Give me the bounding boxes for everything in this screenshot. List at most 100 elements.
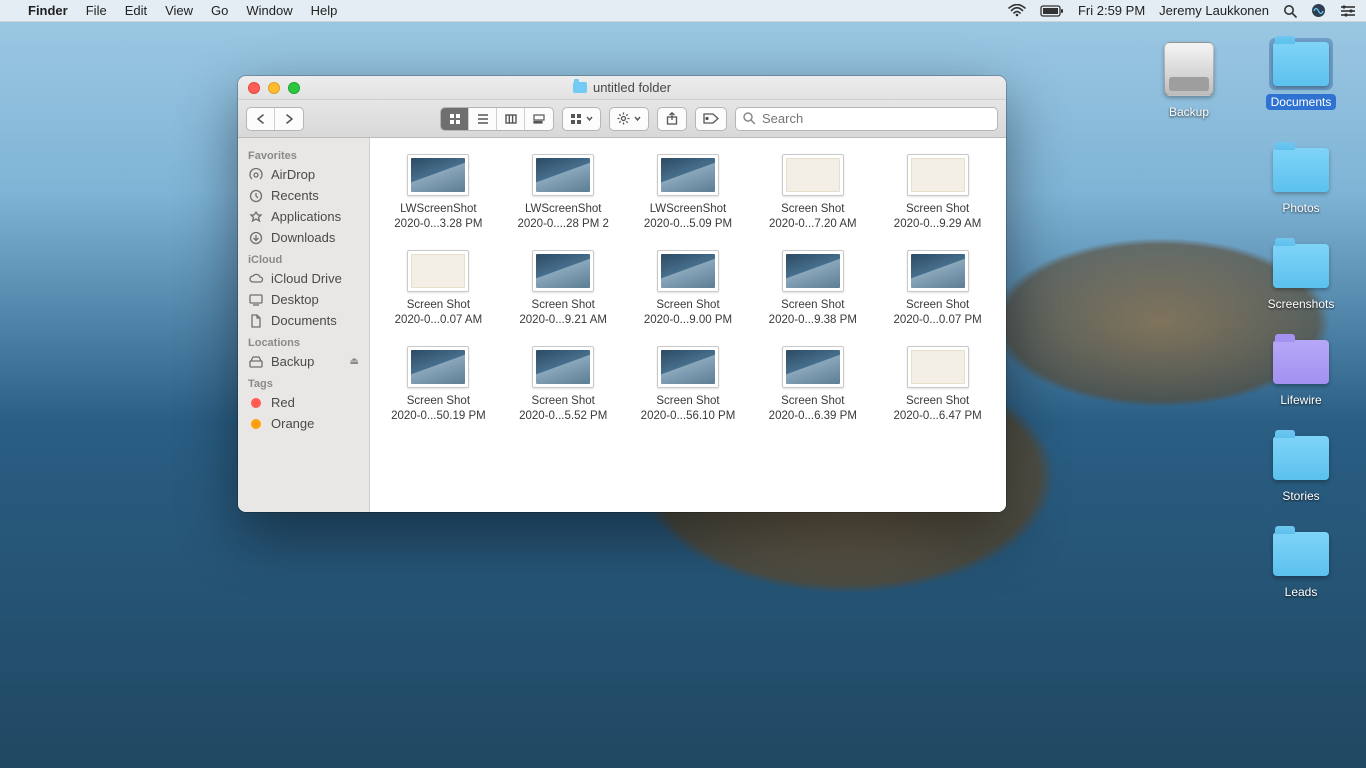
menu-file[interactable]: File [86, 3, 107, 18]
chevron-down-icon [586, 116, 593, 121]
file-name: Screen Shot 2020-0...0.07 PM [893, 298, 981, 328]
desktop-drive-backup[interactable]: Backup [1150, 38, 1228, 120]
sidebar-label: iCloud Drive [271, 271, 342, 286]
sidebar-label: Downloads [271, 230, 335, 245]
sidebar-item-documents[interactable]: Documents [238, 310, 369, 331]
file-item[interactable]: Screen Shot 2020-0...7.20 AM [754, 154, 871, 232]
window-titlebar[interactable]: untitled folder [238, 76, 1006, 100]
forward-button[interactable] [275, 108, 303, 130]
share-button[interactable] [657, 107, 687, 131]
sidebar-item-desktop[interactable]: Desktop [238, 289, 369, 310]
view-columns-button[interactable] [497, 108, 525, 130]
search-input[interactable] [735, 107, 998, 131]
control-center-icon[interactable] [1340, 5, 1356, 17]
file-item[interactable]: Screen Shot 2020-0...6.47 PM [879, 346, 996, 424]
folder-icon [1273, 340, 1329, 384]
file-item[interactable]: Screen Shot 2020-0...56.10 PM [630, 346, 747, 424]
file-thumbnail [907, 250, 969, 292]
file-item[interactable]: LWScreenShot 2020-0....28 PM 2 [505, 154, 622, 232]
file-item[interactable]: LWScreenShot 2020-0...5.09 PM [630, 154, 747, 232]
share-icon [666, 112, 678, 125]
menu-view[interactable]: View [165, 3, 193, 18]
file-item[interactable]: Screen Shot 2020-0...0.07 PM [879, 250, 996, 328]
sidebar-header-tags: Tags [238, 372, 369, 392]
menu-edit[interactable]: Edit [125, 3, 147, 18]
folder-icon [1273, 436, 1329, 480]
sidebar-label: AirDrop [271, 167, 315, 182]
menu-help[interactable]: Help [311, 3, 338, 18]
file-thumbnail [407, 250, 469, 292]
file-name: LWScreenShot 2020-0...3.28 PM [394, 202, 482, 232]
menu-clock[interactable]: Fri 2:59 PM [1078, 3, 1145, 18]
siri-icon[interactable] [1311, 3, 1326, 18]
finder-content[interactable]: LWScreenShot 2020-0...3.28 PM LWScreenSh… [370, 138, 1006, 512]
sidebar-item-applications[interactable]: Applications [238, 206, 369, 227]
back-button[interactable] [247, 108, 275, 130]
folder-icon [1273, 532, 1329, 576]
clock-icon [248, 189, 264, 203]
folder-icon [1273, 244, 1329, 288]
file-name: Screen Shot 2020-0...9.29 AM [894, 202, 982, 232]
sidebar-tag-red[interactable]: Red [238, 392, 369, 413]
sidebar-item-recents[interactable]: Recents [238, 185, 369, 206]
sidebar-label: Red [271, 395, 295, 410]
desktop-icon [248, 294, 264, 306]
finder-window: untitled folder [238, 76, 1006, 512]
file-item[interactable]: Screen Shot 2020-0...6.39 PM [754, 346, 871, 424]
desktop-folder-lifewire[interactable]: Lifewire [1262, 336, 1340, 408]
view-gallery-button[interactable] [525, 108, 553, 130]
desktop-folder-screenshots[interactable]: Screenshots [1262, 240, 1340, 312]
action-button[interactable] [609, 107, 649, 131]
sidebar-tag-orange[interactable]: Orange [238, 413, 369, 434]
file-name: Screen Shot 2020-0...6.39 PM [769, 394, 857, 424]
folder-icon [1273, 148, 1329, 192]
file-item[interactable]: Screen Shot 2020-0...50.19 PM [380, 346, 497, 424]
sidebar-item-backup[interactable]: Backup [238, 351, 369, 372]
spotlight-icon[interactable] [1283, 4, 1297, 18]
window-title: untitled folder [593, 80, 671, 95]
desktop-folder-leads[interactable]: Leads [1262, 528, 1340, 600]
file-item[interactable]: Screen Shot 2020-0...9.29 AM [879, 154, 996, 232]
view-list-button[interactable] [469, 108, 497, 130]
sidebar-header-locations: Locations [238, 331, 369, 351]
file-thumbnail [407, 154, 469, 196]
sidebar-item-downloads[interactable]: Downloads [238, 227, 369, 248]
wifi-icon[interactable] [1008, 4, 1026, 17]
window-zoom-button[interactable] [288, 82, 300, 94]
menu-user[interactable]: Jeremy Laukkonen [1159, 3, 1269, 18]
airdrop-icon [248, 168, 264, 182]
desktop-folder-photos[interactable]: Photos [1262, 144, 1340, 216]
desktop-label: Photos [1277, 200, 1324, 216]
desktop-folder-documents[interactable]: Documents [1262, 38, 1340, 120]
file-item[interactable]: Screen Shot 2020-0...0.07 AM [380, 250, 497, 328]
menu-go[interactable]: Go [211, 3, 228, 18]
file-item[interactable]: Screen Shot 2020-0...5.52 PM [505, 346, 622, 424]
file-item[interactable]: Screen Shot 2020-0...9.21 AM [505, 250, 622, 328]
file-name: Screen Shot 2020-0...9.00 PM [644, 298, 732, 328]
file-name: Screen Shot 2020-0...6.47 PM [893, 394, 981, 424]
tag-icon [703, 113, 719, 124]
battery-icon[interactable] [1040, 5, 1064, 17]
search-field[interactable] [735, 107, 998, 131]
drive-icon [248, 356, 264, 368]
file-item[interactable]: Screen Shot 2020-0...9.00 PM [630, 250, 747, 328]
tags-button[interactable] [695, 107, 727, 131]
file-thumbnail [407, 346, 469, 388]
sidebar-item-airdrop[interactable]: AirDrop [238, 164, 369, 185]
file-item[interactable]: Screen Shot 2020-0...9.38 PM [754, 250, 871, 328]
desktop-label: Documents [1266, 94, 1337, 110]
sidebar-item-icloud-drive[interactable]: iCloud Drive [238, 268, 369, 289]
window-close-button[interactable] [248, 82, 260, 94]
view-icons-button[interactable] [441, 108, 469, 130]
file-item[interactable]: LWScreenShot 2020-0...3.28 PM [380, 154, 497, 232]
menu-window[interactable]: Window [246, 3, 292, 18]
file-thumbnail [532, 154, 594, 196]
window-minimize-button[interactable] [268, 82, 280, 94]
gear-icon [617, 112, 630, 125]
app-name[interactable]: Finder [28, 3, 68, 18]
menu-bar: Finder File Edit View Go Window Help Fri… [0, 0, 1366, 22]
search-icon [742, 111, 756, 130]
arrange-button[interactable] [562, 107, 601, 131]
desktop-folder-stories[interactable]: Stories [1262, 432, 1340, 504]
folder-icon [573, 82, 587, 93]
